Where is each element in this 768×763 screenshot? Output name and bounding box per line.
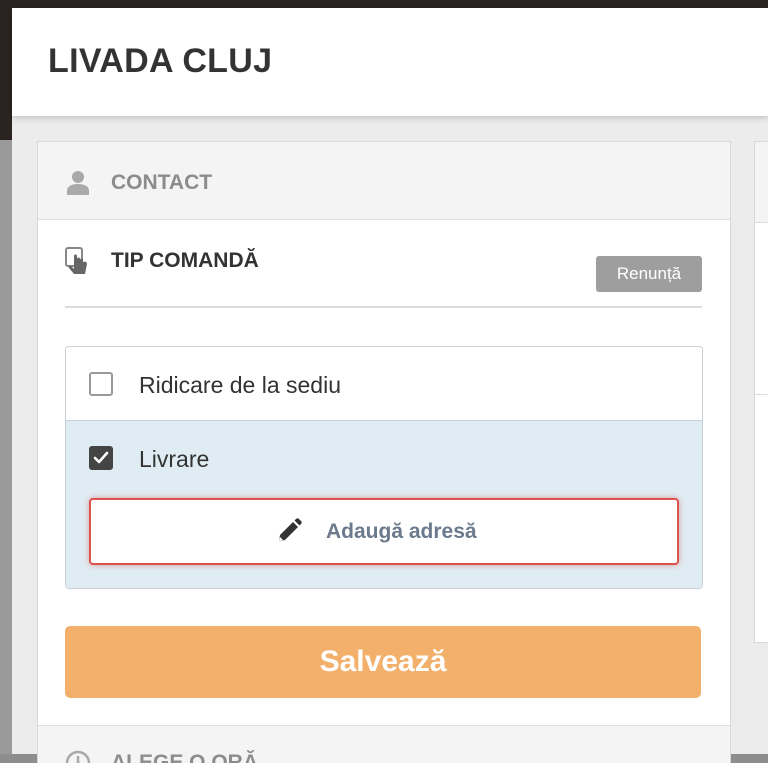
checkmark-icon xyxy=(93,451,109,464)
background-page xyxy=(0,140,12,754)
cancel-button[interactable]: Renunță xyxy=(596,256,702,292)
save-button[interactable]: Salvează xyxy=(65,626,701,698)
side-panel xyxy=(754,141,768,643)
option-delivery[interactable]: Livrare Adaugă adresă xyxy=(66,421,702,588)
pickup-label: Ridicare de la sediu xyxy=(139,372,342,398)
modal-title: LIVADA CLUJ xyxy=(48,42,273,80)
contact-label: CONTACT xyxy=(111,171,213,194)
section-contact[interactable]: CONTACT xyxy=(38,142,730,220)
side-panel-divider xyxy=(755,394,768,395)
modal-header: LIVADA CLUJ xyxy=(12,8,768,116)
order-type-label: TIP COMANDĂ xyxy=(111,249,259,272)
pencil-icon xyxy=(279,518,302,541)
add-address-button[interactable]: Adaugă adresă xyxy=(89,498,679,565)
pickup-checkbox[interactable] xyxy=(89,372,113,396)
user-icon xyxy=(67,171,89,195)
delivery-checkbox[interactable] xyxy=(89,446,113,470)
tap-hand-icon xyxy=(65,247,87,274)
side-panel-header xyxy=(755,142,768,223)
modal-dialog: LIVADA CLUJ CONTACT TIP COMANDĂ Renunță … xyxy=(12,8,768,763)
divider xyxy=(65,306,702,308)
order-panel: CONTACT TIP COMANDĂ Renunță Ridicare de … xyxy=(37,141,731,763)
order-type-options: Ridicare de la sediu Livrare Adaugă adre… xyxy=(65,346,703,589)
option-pickup[interactable]: Ridicare de la sediu xyxy=(66,347,702,421)
delivery-label: Livrare xyxy=(139,446,210,472)
clock-icon xyxy=(65,750,91,763)
add-address-label: Adaugă adresă xyxy=(326,520,477,543)
section-time[interactable]: ALEGE O ORĂ xyxy=(38,725,730,763)
time-label: ALEGE O ORĂ xyxy=(111,751,259,763)
